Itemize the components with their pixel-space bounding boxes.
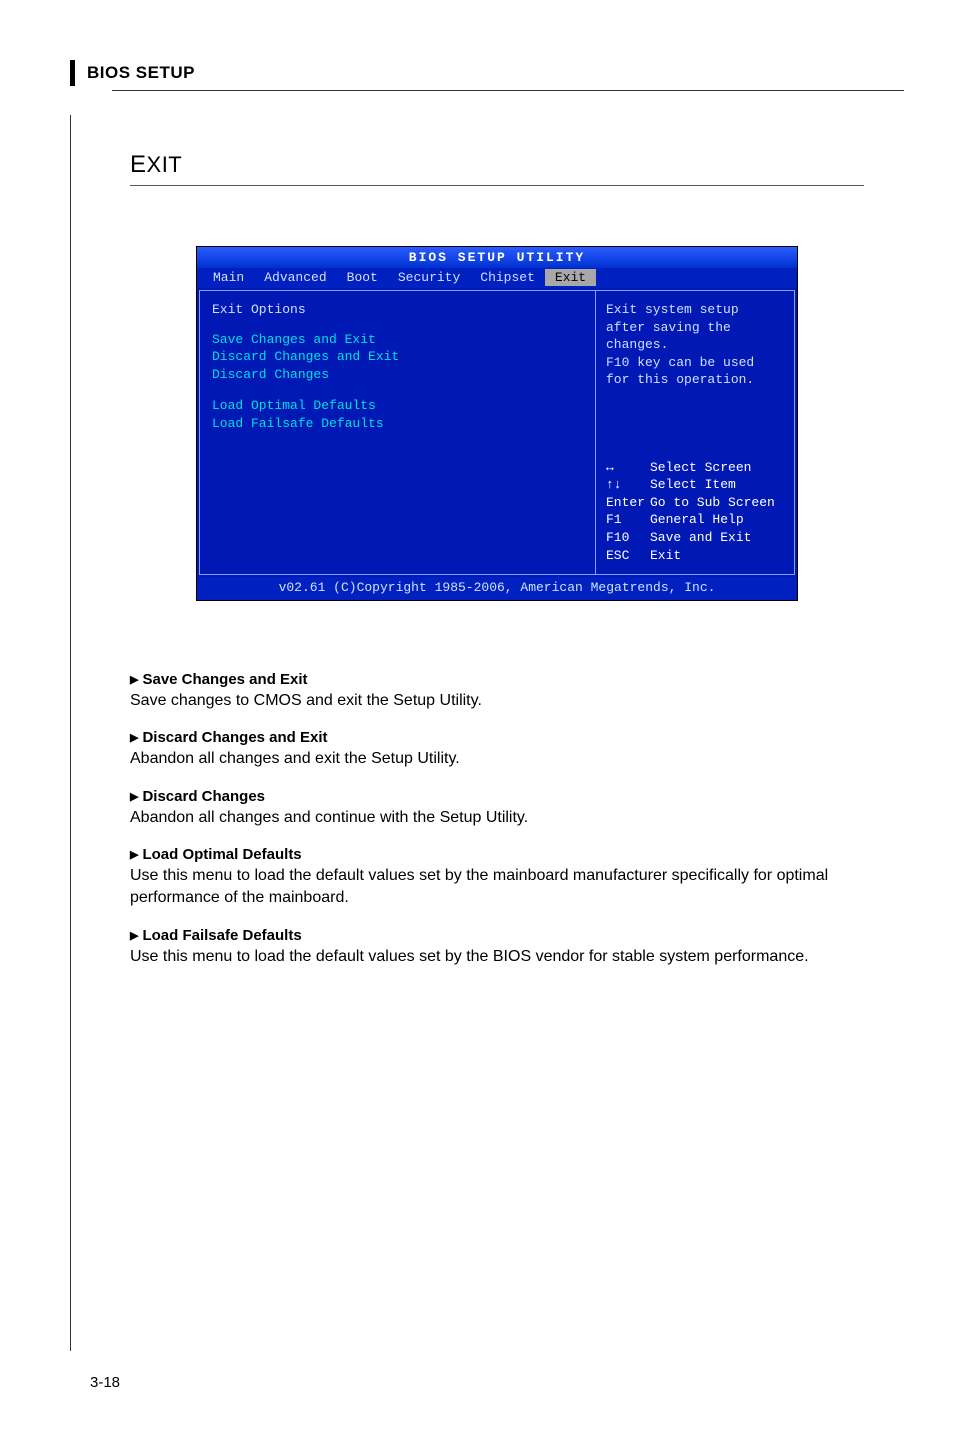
bios-key-text: Save and Exit <box>650 530 751 545</box>
bios-key: ↔ <box>606 459 650 477</box>
section-title-cap: E <box>130 151 147 178</box>
entry-save-changes-and-exit: ▶ Save Changes and Exit Save changes to C… <box>130 671 864 712</box>
bios-key: F10 <box>606 529 650 547</box>
bios-key: ESC <box>606 547 650 565</box>
bios-key-text: Exit <box>650 548 681 563</box>
bios-key-legend: ↔Select Screen ↑↓Select Item EnterGo to … <box>606 459 784 564</box>
bios-key: F1 <box>606 511 650 529</box>
bios-item-load-failsafe[interactable]: Load Failsafe Defaults <box>212 415 583 433</box>
bios-tab-advanced[interactable]: Advanced <box>254 269 336 287</box>
entry-desc: Save changes to CMOS and exit the Setup … <box>130 690 864 712</box>
bios-left-heading: Exit Options <box>212 301 583 319</box>
bios-help-line: F10 key can be used <box>606 354 784 372</box>
bios-title: BIOS SETUP UTILITY <box>197 247 797 268</box>
entry-title: Discard Changes <box>142 788 265 805</box>
bios-item-save-exit[interactable]: Save Changes and Exit <box>212 331 583 349</box>
section-title: EXIT <box>130 151 864 186</box>
bios-tab-boot[interactable]: Boot <box>337 269 388 287</box>
triangle-icon: ▶ <box>130 849 138 861</box>
triangle-icon: ▶ <box>130 791 138 803</box>
entry-title: Load Optimal Defaults <box>142 846 301 863</box>
bios-key-text: General Help <box>650 512 744 527</box>
bios-key: Enter <box>606 494 650 512</box>
entry-desc: Use this menu to load the default values… <box>130 865 864 908</box>
page-header: BIOS SETUP <box>87 63 195 83</box>
bios-tab-exit[interactable]: Exit <box>545 269 596 287</box>
bios-footer: v02.61 (C)Copyright 1985-2006, American … <box>197 577 797 600</box>
bios-key-text: Go to Sub Screen <box>650 495 775 510</box>
bios-tab-main[interactable]: Main <box>203 269 254 287</box>
entry-desc: Use this menu to load the default values… <box>130 946 864 968</box>
triangle-icon: ▶ <box>130 674 138 686</box>
entry-discard-changes: ▶ Discard Changes Abandon all changes and… <box>130 788 864 829</box>
bios-key-text: Select Item <box>650 477 736 492</box>
header-rule <box>112 90 904 91</box>
bios-item-load-optimal[interactable]: Load Optimal Defaults <box>212 397 583 415</box>
entry-load-failsafe-defaults: ▶ Load Failsafe Defaults Use this menu to… <box>130 927 864 968</box>
bios-item-discard[interactable]: Discard Changes <box>212 366 583 384</box>
bios-help-text: Exit system setup after saving the chang… <box>606 301 784 389</box>
triangle-icon: ▶ <box>130 732 138 744</box>
bios-tab-security[interactable]: Security <box>388 269 470 287</box>
bios-item-discard-exit[interactable]: Discard Changes and Exit <box>212 348 583 366</box>
bios-right-pane: Exit system setup after saving the chang… <box>595 290 795 575</box>
vertical-rule <box>70 115 71 1351</box>
bios-help-line: Exit system setup <box>606 301 784 319</box>
bios-tab-bar: Main Advanced Boot Security Chipset Exit <box>197 268 797 289</box>
page-number: 3-18 <box>90 1374 120 1391</box>
entries: ▶ Save Changes and Exit Save changes to C… <box>130 671 864 968</box>
bios-key: ↑↓ <box>606 476 650 494</box>
triangle-icon: ▶ <box>130 930 138 942</box>
entry-load-optimal-defaults: ▶ Load Optimal Defaults Use this menu to … <box>130 846 864 908</box>
header-marker <box>70 60 75 86</box>
bios-help-line: for this operation. <box>606 371 784 389</box>
bios-screenshot: BIOS SETUP UTILITY Main Advanced Boot Se… <box>196 246 798 601</box>
entry-title: Discard Changes and Exit <box>142 729 327 746</box>
section-title-rest: XIT <box>147 152 183 177</box>
bios-tab-chipset[interactable]: Chipset <box>470 269 545 287</box>
bios-left-pane: Exit Options Save Changes and Exit Disca… <box>199 290 595 575</box>
entry-desc: Abandon all changes and exit the Setup U… <box>130 748 864 770</box>
entry-title: Save Changes and Exit <box>142 671 307 688</box>
bios-key-text: Select Screen <box>650 460 751 475</box>
entry-title: Load Failsafe Defaults <box>142 927 301 944</box>
entry-discard-changes-and-exit: ▶ Discard Changes and Exit Abandon all ch… <box>130 729 864 770</box>
bios-help-line: after saving the <box>606 319 784 337</box>
entry-desc: Abandon all changes and continue with th… <box>130 807 864 829</box>
bios-help-line: changes. <box>606 336 784 354</box>
